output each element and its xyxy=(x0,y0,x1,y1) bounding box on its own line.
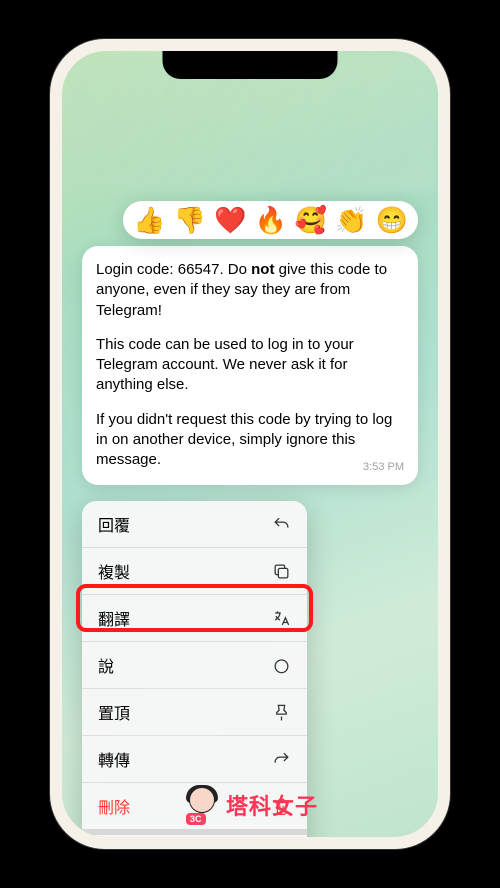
reaction-thumbs-up[interactable]: 👍 xyxy=(133,207,165,233)
reaction-heart[interactable]: ❤️ xyxy=(214,207,246,233)
menu-label: 複製 xyxy=(98,559,130,583)
menu-select[interactable]: 選擇 xyxy=(82,835,307,837)
translate-icon xyxy=(271,608,291,628)
reaction-thumbs-down[interactable]: 👎 xyxy=(174,207,206,233)
phone-notch xyxy=(163,51,338,79)
message-paragraph-2: This code can be used to log in to your … xyxy=(96,335,404,396)
reply-icon xyxy=(271,514,291,534)
reaction-fire[interactable]: 🔥 xyxy=(255,207,287,233)
reaction-bar[interactable]: 👍 👎 ❤️ 🔥 🥰 👏 😁 xyxy=(123,201,418,239)
menu-label: 說 xyxy=(98,653,114,677)
menu-translate[interactable]: 翻譯 xyxy=(82,595,307,642)
message-bold: not xyxy=(251,261,274,278)
phone-frame: 👍 👎 ❤️ 🔥 🥰 👏 😁 Login code: 66547. Do not… xyxy=(50,39,450,849)
reaction-grin[interactable]: 😁 xyxy=(376,207,408,233)
copy-icon xyxy=(271,561,291,581)
menu-forward[interactable]: 轉傳 xyxy=(82,736,307,783)
menu-copy[interactable]: 複製 xyxy=(82,548,307,595)
menu-reply[interactable]: 回覆 xyxy=(82,501,307,548)
speak-icon xyxy=(271,655,291,675)
watermark-tag: 3C xyxy=(186,813,206,825)
message-paragraph-1: Login code: 66547. Do not give this code… xyxy=(96,260,404,321)
screen-content: 👍 👎 ❤️ 🔥 🥰 👏 😁 Login code: 66547. Do not… xyxy=(62,51,438,837)
menu-label: 刪除 xyxy=(98,794,130,818)
reaction-smiling-hearts[interactable]: 🥰 xyxy=(295,207,327,233)
watermark-badge: 3C 塔科女子 xyxy=(182,785,318,825)
menu-label: 翻譯 xyxy=(98,606,130,630)
menu-pin[interactable]: 置頂 xyxy=(82,689,307,736)
phone-screen: 👍 👎 ❤️ 🔥 🥰 👏 😁 Login code: 66547. Do not… xyxy=(62,51,438,837)
message-bubble[interactable]: Login code: 66547. Do not give this code… xyxy=(82,246,418,485)
login-code: 66547 xyxy=(178,261,220,278)
reaction-clap[interactable]: 👏 xyxy=(335,207,367,233)
menu-label: 回覆 xyxy=(98,512,130,536)
watermark-text: 塔科女子 xyxy=(226,789,318,821)
pin-icon xyxy=(271,702,291,722)
message-text: . Do xyxy=(219,261,251,278)
menu-label: 轉傳 xyxy=(98,747,130,771)
message-text: Login code: xyxy=(96,261,178,278)
menu-speak[interactable]: 說 xyxy=(82,642,307,689)
watermark-avatar: 3C xyxy=(182,785,222,825)
menu-label: 置頂 xyxy=(98,700,130,724)
forward-icon xyxy=(271,749,291,769)
